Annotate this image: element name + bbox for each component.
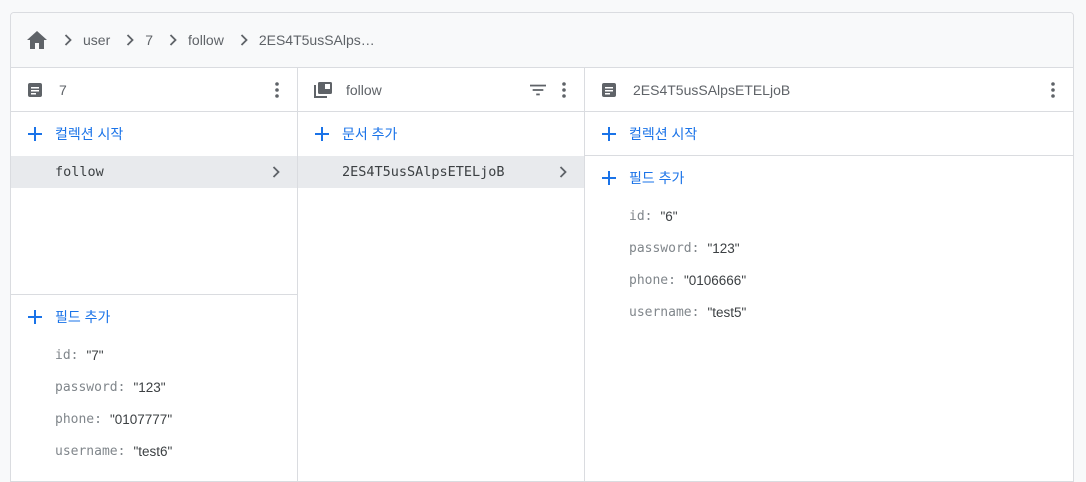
more-vert-icon[interactable] — [556, 80, 572, 100]
add-document-button[interactable]: 문서 추가 — [298, 112, 584, 156]
column-title: 7 — [59, 81, 67, 98]
collection-column-follow: follow 문서 추가 2ES4T5usSAlpsETELjoB — [298, 68, 585, 481]
field-key: id — [55, 347, 71, 363]
collection-icon — [314, 81, 332, 99]
plus-icon — [601, 126, 617, 142]
field-key: password — [629, 240, 692, 256]
column-title: 2ES4T5usSAlpsETELjoB — [633, 81, 791, 98]
breadcrumb-item-user[interactable]: user — [83, 32, 110, 48]
field-row-id[interactable]: id: "6" — [585, 200, 1073, 232]
field-key: username — [629, 304, 692, 320]
plus-icon — [27, 126, 43, 142]
field-key: id — [629, 208, 645, 224]
field-key: phone — [629, 272, 669, 288]
chevron-right-icon — [269, 164, 283, 180]
document-column-7: 7 컬렉션 시작 follow 필드 추가 id: "7" password … — [11, 68, 298, 481]
document-item-label: 2ES4T5usSAlpsETELjoB — [342, 164, 505, 180]
start-collection-label: 컬렉션 시작 — [55, 126, 124, 142]
breadcrumb-item-document[interactable]: 2ES4T5usSAlps… — [259, 32, 375, 48]
collection-item-label: follow — [55, 164, 104, 180]
field-key: phone — [55, 411, 95, 427]
column-header: 2ES4T5usSAlpsETELjoB — [585, 68, 1073, 112]
home-icon[interactable] — [26, 29, 48, 51]
columns: 7 컬렉션 시작 follow 필드 추가 id: "7" password … — [11, 68, 1073, 481]
field-value: "7" — [86, 347, 104, 363]
filter-icon[interactable] — [530, 80, 546, 100]
add-field-button[interactable]: 필드 추가 — [585, 156, 1073, 200]
firestore-data-panel: user 7 follow 2ES4T5usSAlps… 7 컬렉션 시작 fo… — [10, 12, 1074, 482]
field-key: password — [55, 379, 118, 395]
collection-item-follow[interactable]: follow — [11, 156, 297, 188]
start-collection-button[interactable]: 컬렉션 시작 — [11, 112, 297, 156]
column-header: follow — [298, 68, 584, 112]
chevron-right-icon — [61, 33, 75, 47]
field-row-phone[interactable]: phone: "0106666" — [585, 264, 1073, 296]
chevron-right-icon — [237, 33, 251, 47]
breadcrumb: user 7 follow 2ES4T5usSAlps… — [11, 13, 1073, 68]
field-row-id[interactable]: id: "7" — [11, 339, 297, 371]
document-item[interactable]: 2ES4T5usSAlpsETELjoB — [298, 156, 584, 188]
add-field-label: 필드 추가 — [55, 309, 111, 325]
more-vert-icon[interactable] — [269, 80, 285, 100]
start-collection-label: 컬렉션 시작 — [629, 125, 698, 142]
document-icon — [27, 81, 45, 99]
field-row-password[interactable]: password: "123" — [585, 232, 1073, 264]
fields-section: 필드 추가 id: "6" password: "123" phone: "01… — [585, 156, 1073, 328]
column-title: follow — [346, 81, 382, 98]
chevron-right-icon — [166, 33, 180, 47]
document-icon — [601, 81, 619, 99]
plus-icon — [27, 309, 43, 325]
field-value: "test5" — [707, 304, 747, 320]
plus-icon — [601, 170, 617, 186]
chevron-right-icon — [123, 33, 137, 47]
field-row-username[interactable]: username: "test6" — [11, 435, 297, 467]
field-value: "0106666" — [683, 272, 747, 288]
add-field-label: 필드 추가 — [629, 170, 685, 186]
document-column-detail: 2ES4T5usSAlpsETELjoB 컬렉션 시작 필드 추가 id: "6… — [585, 68, 1073, 481]
field-row-password[interactable]: password: "123" — [11, 371, 297, 403]
add-field-button[interactable]: 필드 추가 — [11, 295, 297, 339]
breadcrumb-item-follow[interactable]: follow — [188, 32, 224, 48]
column-header: 7 — [11, 68, 297, 112]
plus-icon — [314, 126, 330, 142]
field-row-phone[interactable]: phone: "0107777" — [11, 403, 297, 435]
more-vert-icon[interactable] — [1045, 80, 1061, 100]
chevron-right-icon — [556, 164, 570, 180]
add-document-label: 문서 추가 — [342, 126, 398, 142]
field-key: username — [55, 443, 118, 459]
fields-section: 필드 추가 id: "7" password: "123" phone: "01… — [11, 294, 297, 481]
field-value: "6" — [660, 208, 678, 224]
field-value: "123" — [133, 379, 166, 395]
start-collection-button[interactable]: 컬렉션 시작 — [585, 112, 1073, 156]
breadcrumb-item-7[interactable]: 7 — [145, 32, 153, 48]
field-value: "123" — [707, 240, 740, 256]
field-value: "0107777" — [109, 411, 173, 427]
field-value: "test6" — [133, 443, 173, 459]
field-row-username[interactable]: username: "test5" — [585, 296, 1073, 328]
